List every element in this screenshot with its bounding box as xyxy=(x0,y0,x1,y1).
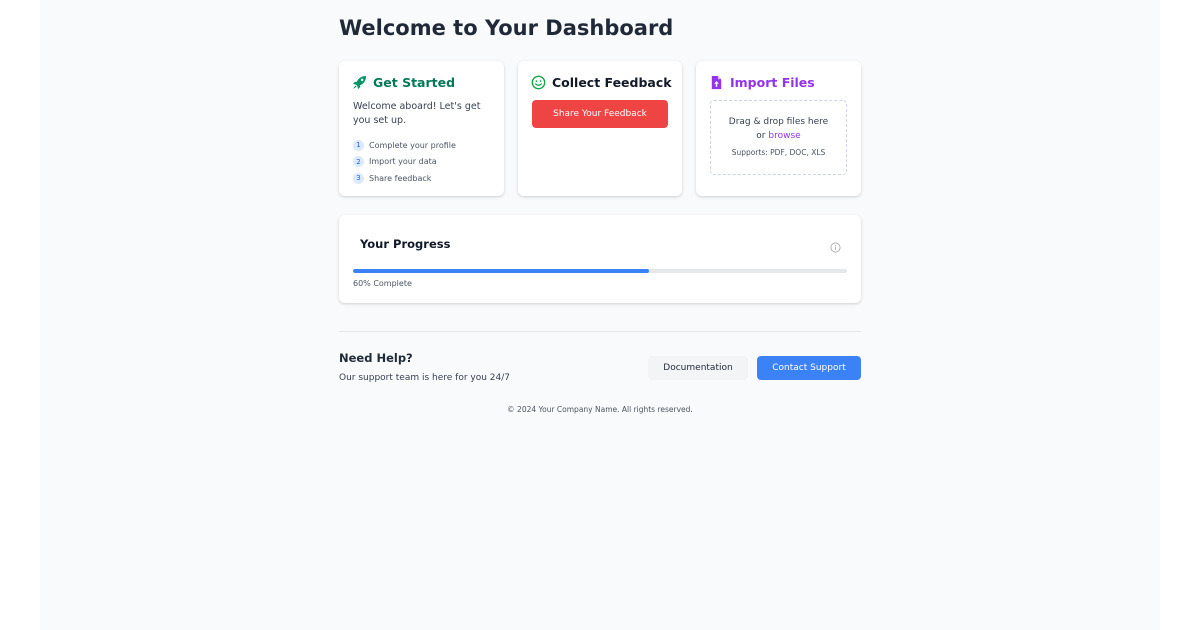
progress-label: 60% Complete xyxy=(353,279,412,288)
page-background: Welcome to Your Dashboard Get Started We… xyxy=(40,0,1160,630)
section-divider xyxy=(339,331,861,332)
collect-feedback-card: Collect Feedback Share Your Feedback xyxy=(518,61,682,196)
collect-feedback-title: Collect Feedback xyxy=(552,75,672,90)
setup-steps: 1 Complete your profile 2 Import your da… xyxy=(353,137,456,187)
list-item: 1 Complete your profile xyxy=(353,137,456,154)
progress-bar-fill xyxy=(353,269,650,273)
step-label: Complete your profile xyxy=(369,140,456,150)
welcome-text: Welcome aboard! Let's get you set up. xyxy=(353,101,481,126)
contact-support-button[interactable]: Contact Support xyxy=(757,356,861,380)
list-item: 3 Share feedback xyxy=(353,170,456,187)
import-files-header: Import Files xyxy=(709,75,815,90)
file-dropzone[interactable]: Drag & drop files here or browse Support… xyxy=(710,100,847,175)
get-started-card: Get Started Welcome aboard! Let's get yo… xyxy=(339,61,504,196)
help-subtitle: Our support team is here for you 24/7 xyxy=(339,373,511,383)
copyright-text: © 2024 Your Company Name. All rights res… xyxy=(507,405,693,414)
help-title: Need Help? xyxy=(339,351,413,365)
dropzone-text: Drag & drop files here xyxy=(728,117,829,127)
import-files-card: Import Files Drag & drop files here or b… xyxy=(696,61,861,196)
progress-title: Your Progress xyxy=(360,237,451,251)
get-started-title: Get Started xyxy=(373,75,456,90)
documentation-button[interactable]: Documentation xyxy=(648,356,748,380)
supported-formats-text: Supports: PDF, DOC, XLS xyxy=(731,148,826,157)
rocket-icon xyxy=(352,75,367,90)
progress-bar xyxy=(353,269,847,273)
card-row: Get Started Welcome aboard! Let's get yo… xyxy=(339,61,861,196)
browse-link[interactable]: browse xyxy=(768,131,800,141)
info-icon[interactable] xyxy=(830,238,841,253)
step-number: 1 xyxy=(353,139,364,151)
dropzone-browse-line: or browse xyxy=(711,129,846,143)
step-number: 2 xyxy=(353,156,364,168)
collect-feedback-header: Collect Feedback xyxy=(531,75,672,90)
get-started-header: Get Started xyxy=(352,75,455,90)
smile-icon xyxy=(531,75,546,90)
dropzone-or-text: or xyxy=(756,131,766,141)
import-files-title: Import Files xyxy=(730,75,815,90)
file-upload-icon xyxy=(709,75,724,90)
page-title: Welcome to Your Dashboard xyxy=(339,16,674,40)
progress-card: Your Progress 60% Complete xyxy=(339,215,861,303)
step-number: 3 xyxy=(353,172,364,184)
share-feedback-button[interactable]: Share Your Feedback xyxy=(532,100,668,128)
list-item: 2 Import your data xyxy=(353,154,456,171)
step-label: Share feedback xyxy=(369,173,432,183)
step-label: Import your data xyxy=(369,157,437,167)
